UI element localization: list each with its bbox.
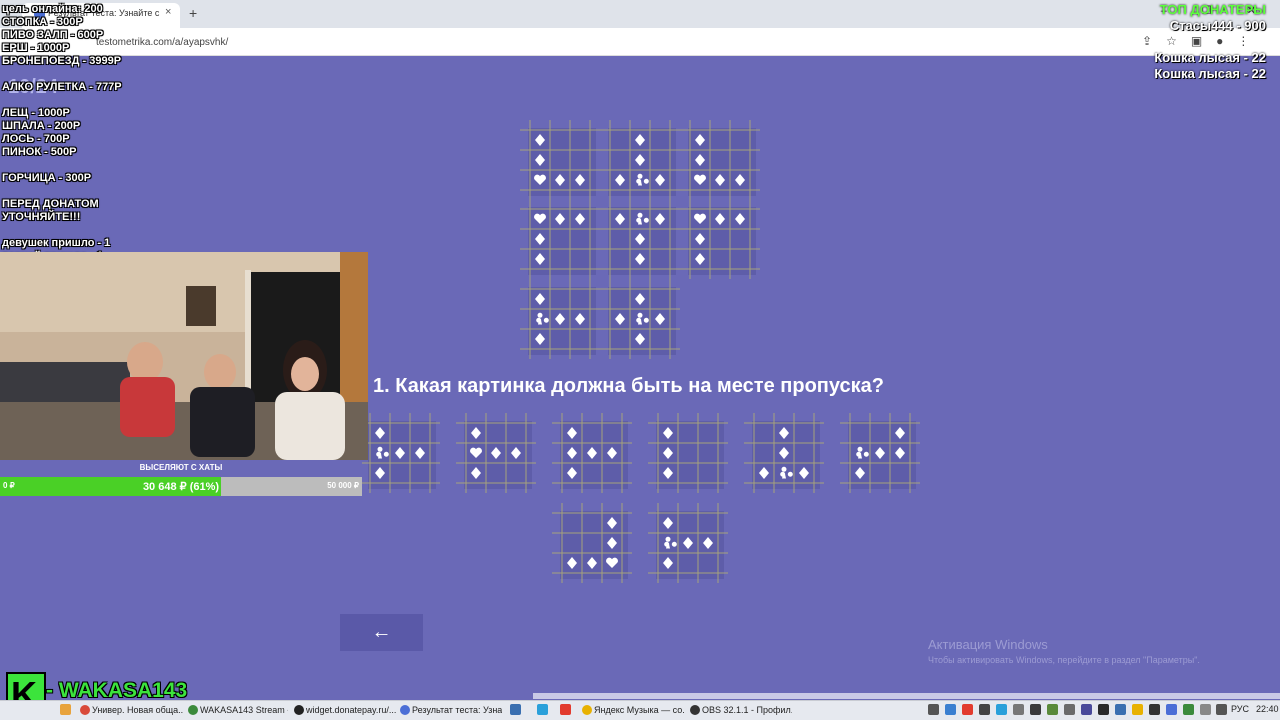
taskbar-item-label: WAKASA143 Stream - ... bbox=[200, 705, 288, 715]
donation-item bbox=[2, 94, 122, 107]
new-tab-button[interactable]: + bbox=[189, 5, 197, 21]
tray-icon[interactable] bbox=[1013, 704, 1024, 715]
tray-icon[interactable] bbox=[962, 704, 973, 715]
donation-item: цель онлайна: 200 bbox=[2, 3, 103, 15]
matrix-cell bbox=[520, 199, 600, 279]
taskbar-item-label: Универ. Новая обща... bbox=[92, 705, 183, 715]
donation-item: ПИВО ЗАЛП - 600Р bbox=[2, 29, 104, 41]
taskbar-item[interactable]: Универ. Новая обща... bbox=[78, 701, 183, 719]
donation-item: АЛКО РУЛЕТКА - 777Р bbox=[2, 81, 122, 93]
answer-option[interactable] bbox=[648, 413, 728, 493]
tray-icon[interactable] bbox=[1030, 704, 1041, 715]
app-icon bbox=[294, 705, 304, 715]
matrix-cell bbox=[520, 279, 600, 359]
goal-max: 50 000 ₽ bbox=[327, 481, 359, 490]
app-icon bbox=[690, 705, 700, 715]
app-icon bbox=[400, 705, 410, 715]
tray-icon[interactable] bbox=[1149, 704, 1160, 715]
answer-option[interactable] bbox=[360, 413, 440, 493]
answer-option[interactable] bbox=[648, 503, 728, 583]
file-explorer-icon[interactable] bbox=[60, 704, 71, 715]
top-donor-item: Кошка лысая - 22 bbox=[1154, 66, 1266, 81]
answer-option[interactable] bbox=[840, 413, 920, 493]
app-icon bbox=[582, 705, 592, 715]
answer-option[interactable] bbox=[744, 413, 824, 493]
horizontal-scrollbar[interactable] bbox=[533, 693, 1280, 699]
tray-icon[interactable] bbox=[1098, 704, 1109, 715]
share-icon[interactable]: ⇪ bbox=[1142, 34, 1152, 48]
top-donaters-panel: ТОП ДОНАТЕРЫ Стасы444 - 900 Кошка лысая -… bbox=[1154, 2, 1266, 82]
activation-title: Активация Windows bbox=[928, 637, 1048, 652]
steam-icon[interactable] bbox=[510, 704, 521, 715]
donation-item: ГОРЧИЦА - 300Р bbox=[2, 172, 92, 184]
activation-subtitle: Чтобы активировать Windows, перейдите в … bbox=[928, 655, 1200, 665]
donation-item: ЛОСЬ - 700Р bbox=[2, 133, 70, 145]
donation-item: УТОЧНЯЙТЕ!!! bbox=[2, 211, 81, 223]
yandex-icon[interactable] bbox=[560, 704, 571, 715]
donation-item: ЕРШ - 1000Р bbox=[2, 42, 70, 54]
answer-option[interactable] bbox=[456, 413, 536, 493]
top-donor-item: Кошка лысая - 22 bbox=[1154, 50, 1266, 65]
app-icon bbox=[188, 705, 198, 715]
app-icon bbox=[80, 705, 90, 715]
donation-goal-label: ВЫСЕЛЯЮТ С ХАТЫ bbox=[0, 460, 362, 476]
taskbar-item[interactable]: Результат теста: Узна... bbox=[398, 701, 502, 719]
donation-item bbox=[2, 224, 122, 237]
tray-icon[interactable] bbox=[1132, 704, 1143, 715]
tray-icon[interactable] bbox=[1166, 704, 1177, 715]
tray-icon[interactable] bbox=[1183, 704, 1194, 715]
telegram-icon[interactable] bbox=[537, 704, 548, 715]
top-donor-item: Стасы444 - 900 bbox=[1169, 18, 1266, 33]
matrix-cell bbox=[600, 199, 680, 279]
donation-goal-bar: 0 ₽ 30 648 ₽ (61%) 50 000 ₽ bbox=[0, 477, 362, 496]
webcam-feed bbox=[0, 252, 368, 460]
donation-item bbox=[2, 185, 122, 198]
language-indicator[interactable]: РУС bbox=[1231, 704, 1249, 714]
tray-icon[interactable] bbox=[979, 704, 990, 715]
matrix-cell bbox=[680, 199, 760, 279]
matrix-cell bbox=[600, 120, 680, 200]
taskbar-item[interactable]: WAKASA143 Stream - ... bbox=[186, 701, 288, 719]
back-button[interactable]: ← bbox=[340, 614, 423, 651]
taskbar-item-label: widget.donatepay.ru/... bbox=[306, 705, 396, 715]
tray-icon[interactable] bbox=[1200, 704, 1211, 715]
tray-icon[interactable] bbox=[1115, 704, 1126, 715]
donation-item bbox=[2, 68, 122, 81]
matrix-cell bbox=[520, 120, 600, 200]
matrix-cell bbox=[600, 279, 680, 359]
taskbar-item[interactable]: OBS 32.1.1 - Профил... bbox=[688, 701, 792, 719]
tray-icon[interactable] bbox=[1064, 704, 1075, 715]
donation-item: ШПАЛА - 200Р bbox=[2, 120, 81, 132]
tray-icon[interactable] bbox=[996, 704, 1007, 715]
top-donaters-title: ТОП ДОНАТЕРЫ bbox=[1159, 2, 1266, 17]
taskbar-item[interactable]: widget.donatepay.ru/... bbox=[292, 701, 396, 719]
taskbar-item-label: Результат теста: Узна... bbox=[412, 705, 502, 715]
tab-close-icon[interactable]: × bbox=[165, 6, 171, 18]
tray-icon[interactable] bbox=[1216, 704, 1227, 715]
donation-item bbox=[2, 159, 122, 172]
top-donaters-list: Стасы444 - 900 Кошка лысая - 22 Кошка лыса… bbox=[1154, 18, 1266, 82]
windows-activation-watermark: Активация Windows Чтобы активировать Win… bbox=[928, 637, 1200, 665]
donation-item: ПЕРЕД ДОНАТОМ bbox=[2, 198, 99, 210]
answer-option[interactable] bbox=[552, 503, 632, 583]
top-donor-item bbox=[1154, 34, 1266, 50]
taskbar-item-label: Яндекс Музыка — со... bbox=[594, 705, 684, 715]
tray-icon[interactable] bbox=[1047, 704, 1058, 715]
tray-icon[interactable] bbox=[928, 704, 939, 715]
donation-item: ЛЕЩ - 1000Р bbox=[2, 107, 70, 119]
donation-price-list: цель онлайна: 200 СТОПКА - 300Р ПИВО ЗАЛП … bbox=[2, 3, 122, 263]
answer-option[interactable] bbox=[552, 413, 632, 493]
tray-icon[interactable] bbox=[945, 704, 956, 715]
taskbar-item[interactable]: Яндекс Музыка — со... bbox=[580, 701, 684, 719]
taskbar-clock[interactable]: 22:40 bbox=[1256, 704, 1279, 714]
taskbar-item-label: OBS 32.1.1 - Профил... bbox=[702, 705, 792, 715]
goal-amount: 30 648 ₽ (61%) bbox=[142, 481, 220, 493]
donation-item: БРОНЕПОЕЗД - 3999Р bbox=[2, 55, 122, 67]
donation-item: СТОПКА - 300Р bbox=[2, 16, 83, 28]
question-text: 1. Какая картинка должна быть на месте п… bbox=[373, 375, 884, 397]
donation-item: девушек пришло - 1 bbox=[2, 237, 111, 249]
donation-item: ПИНОК - 500Р bbox=[2, 146, 77, 158]
matrix-cell bbox=[680, 120, 760, 200]
tray-icon[interactable] bbox=[1081, 704, 1092, 715]
